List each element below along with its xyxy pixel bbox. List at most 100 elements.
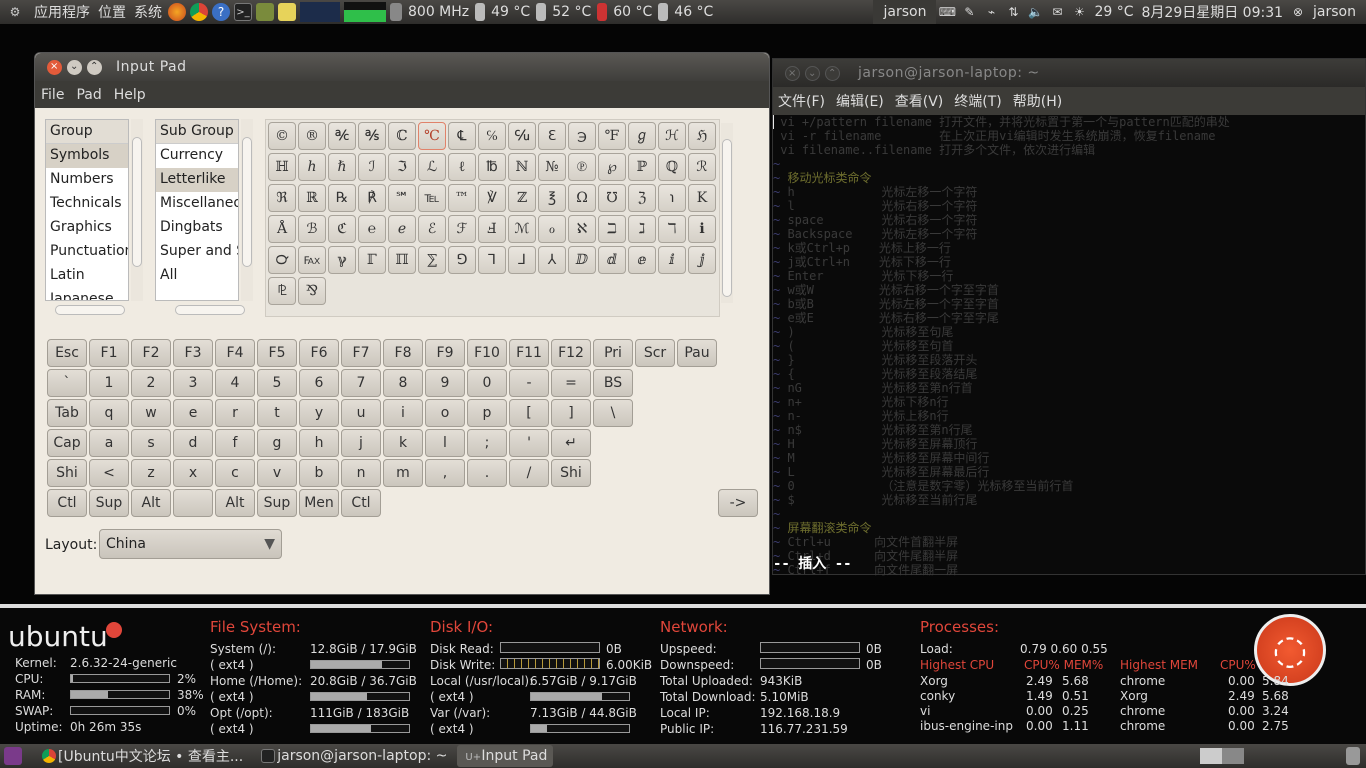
char-button[interactable]: ℮ [358,215,386,243]
char-button[interactable]: ℺ [268,246,296,274]
terminal-content[interactable]: ▏vi +/pattern filename 打开文件，并将光标置于第一个与pa… [773,115,1366,576]
char-button[interactable]: ℬ [298,215,326,243]
subgroup-scrollbar[interactable] [241,119,253,301]
char-button[interactable]: ℊ [628,122,656,150]
key[interactable]: t [257,399,297,427]
key[interactable]: \ [593,399,633,427]
notes-icon[interactable] [278,3,296,21]
key[interactable]: r [215,399,255,427]
char-button[interactable]: ℹ [688,215,716,243]
inputpad-window[interactable]: × ⌄ ⌃ Input Pad File Pad Help Group Symb… [34,52,770,595]
minimize-icon[interactable]: ⌄ [67,59,82,75]
char-button[interactable]: ⅂ [478,246,506,274]
char-button[interactable]: ℠ [388,184,416,212]
key[interactable]: l [425,429,465,457]
char-button[interactable]: ℱ [448,215,476,243]
key[interactable]: f [215,429,255,457]
key[interactable]: b [299,459,339,487]
key[interactable]: F2 [131,339,171,367]
key[interactable]: 6 [299,369,339,397]
subgroup-item[interactable]: Miscellaneous [156,192,238,216]
char-button[interactable]: ℽ [328,246,356,274]
weather-sun-icon[interactable]: ☀ [1070,3,1088,21]
key[interactable]: Scr [635,339,675,367]
key[interactable]: Men [299,489,339,517]
subgroup-hscrollbar[interactable] [175,305,245,315]
volume-icon[interactable]: 🔈 [1026,3,1044,21]
task-inputpad[interactable]: U+ Input Pad [457,745,554,767]
session-icon[interactable]: ⊗ [1289,3,1307,21]
key[interactable]: F9 [425,339,465,367]
clock[interactable]: 8月29日星期日 09:31 [1138,0,1288,24]
key[interactable]: Pri [593,339,633,367]
char-button[interactable]: ℓ [448,153,476,181]
char-button[interactable]: ℜ [268,184,296,212]
key[interactable]: BS [593,369,633,397]
key[interactable]: 5 [257,369,297,397]
char-button[interactable]: ℛ [688,153,716,181]
char-button[interactable]: ℒ [418,153,446,181]
help-icon[interactable]: ? [212,3,230,21]
char-button[interactable]: ℀ [328,122,356,150]
terminal-titlebar[interactable]: × ⌄ ⌃ jarson@jarson-laptop: ~ [773,59,1365,87]
chargrid-scrollbar[interactable] [721,123,733,303]
key[interactable]: z [131,459,171,487]
key[interactable]: 2 [131,369,171,397]
key[interactable]: a [89,429,129,457]
menu-pad[interactable]: Pad [70,87,107,103]
key[interactable]: / [509,459,549,487]
workspace-switcher[interactable] [1200,748,1244,764]
char-button[interactable]: ℄ [448,122,476,150]
char-button[interactable]: ℝ [298,184,326,212]
key[interactable]: 8 [383,369,423,397]
key[interactable]: i [383,399,423,427]
key[interactable]: 4 [215,369,255,397]
book-icon[interactable] [256,3,274,21]
char-button[interactable]: ℿ [388,246,416,274]
subgroup-item[interactable]: Letterlike [156,168,238,192]
key[interactable]: F4 [215,339,255,367]
key[interactable]: = [551,369,591,397]
char-button[interactable]: ℡ [418,184,446,212]
char-button[interactable]: ℳ [508,215,536,243]
key[interactable]: Tab [47,399,87,427]
key[interactable]: o [425,399,465,427]
key[interactable]: s [131,429,171,457]
key[interactable]: Ctl [341,489,381,517]
char-button[interactable]: ℁ [358,122,386,150]
key[interactable]: Shi [47,459,87,487]
group-item[interactable]: Latin [46,264,128,288]
key[interactable]: d [173,429,213,457]
char-button[interactable]: ℅ [478,122,506,150]
key[interactable]: . [467,459,507,487]
subgroup-item[interactable]: Dingbats [156,216,238,240]
key[interactable]: w [131,399,171,427]
char-button[interactable]: ⅋ [298,277,326,305]
char-button[interactable]: ℥ [538,184,566,212]
show-desktop-icon[interactable] [4,747,22,765]
key[interactable]: n [341,459,381,487]
terminal-icon[interactable]: >_ [234,3,252,21]
group-hscrollbar[interactable] [55,305,125,315]
char-button[interactable]: ℤ [508,184,536,212]
key[interactable]: 1 [89,369,129,397]
arrow-key[interactable]: -> [718,489,758,517]
terminal-window[interactable]: × ⌄ ⌃ jarson@jarson-laptop: ~ 文件(F) 编辑(E… [772,58,1366,576]
edit-icon[interactable]: ✎ [960,3,978,21]
key[interactable]: ` [47,369,87,397]
menu-help[interactable]: 帮助(H) [1008,91,1068,111]
key[interactable]: - [509,369,549,397]
key[interactable]: m [383,459,423,487]
char-button[interactable]: ℘ [598,153,626,181]
char-button[interactable]: ℾ [358,246,386,274]
char-button[interactable]: ℨ [628,184,656,212]
subgroup-item[interactable]: Super and Sub [156,240,238,264]
char-button[interactable]: ℇ [538,122,566,150]
key[interactable]: F5 [257,339,297,367]
task-chrome[interactable]: [Ubuntu中文论坛 • 查看主... [34,745,249,767]
char-button[interactable]: ℷ [628,215,656,243]
char-button[interactable]: ⅃ [508,246,536,274]
group-item[interactable]: Numbers [46,168,128,192]
key[interactable]: ' [509,429,549,457]
key[interactable]: y [299,399,339,427]
